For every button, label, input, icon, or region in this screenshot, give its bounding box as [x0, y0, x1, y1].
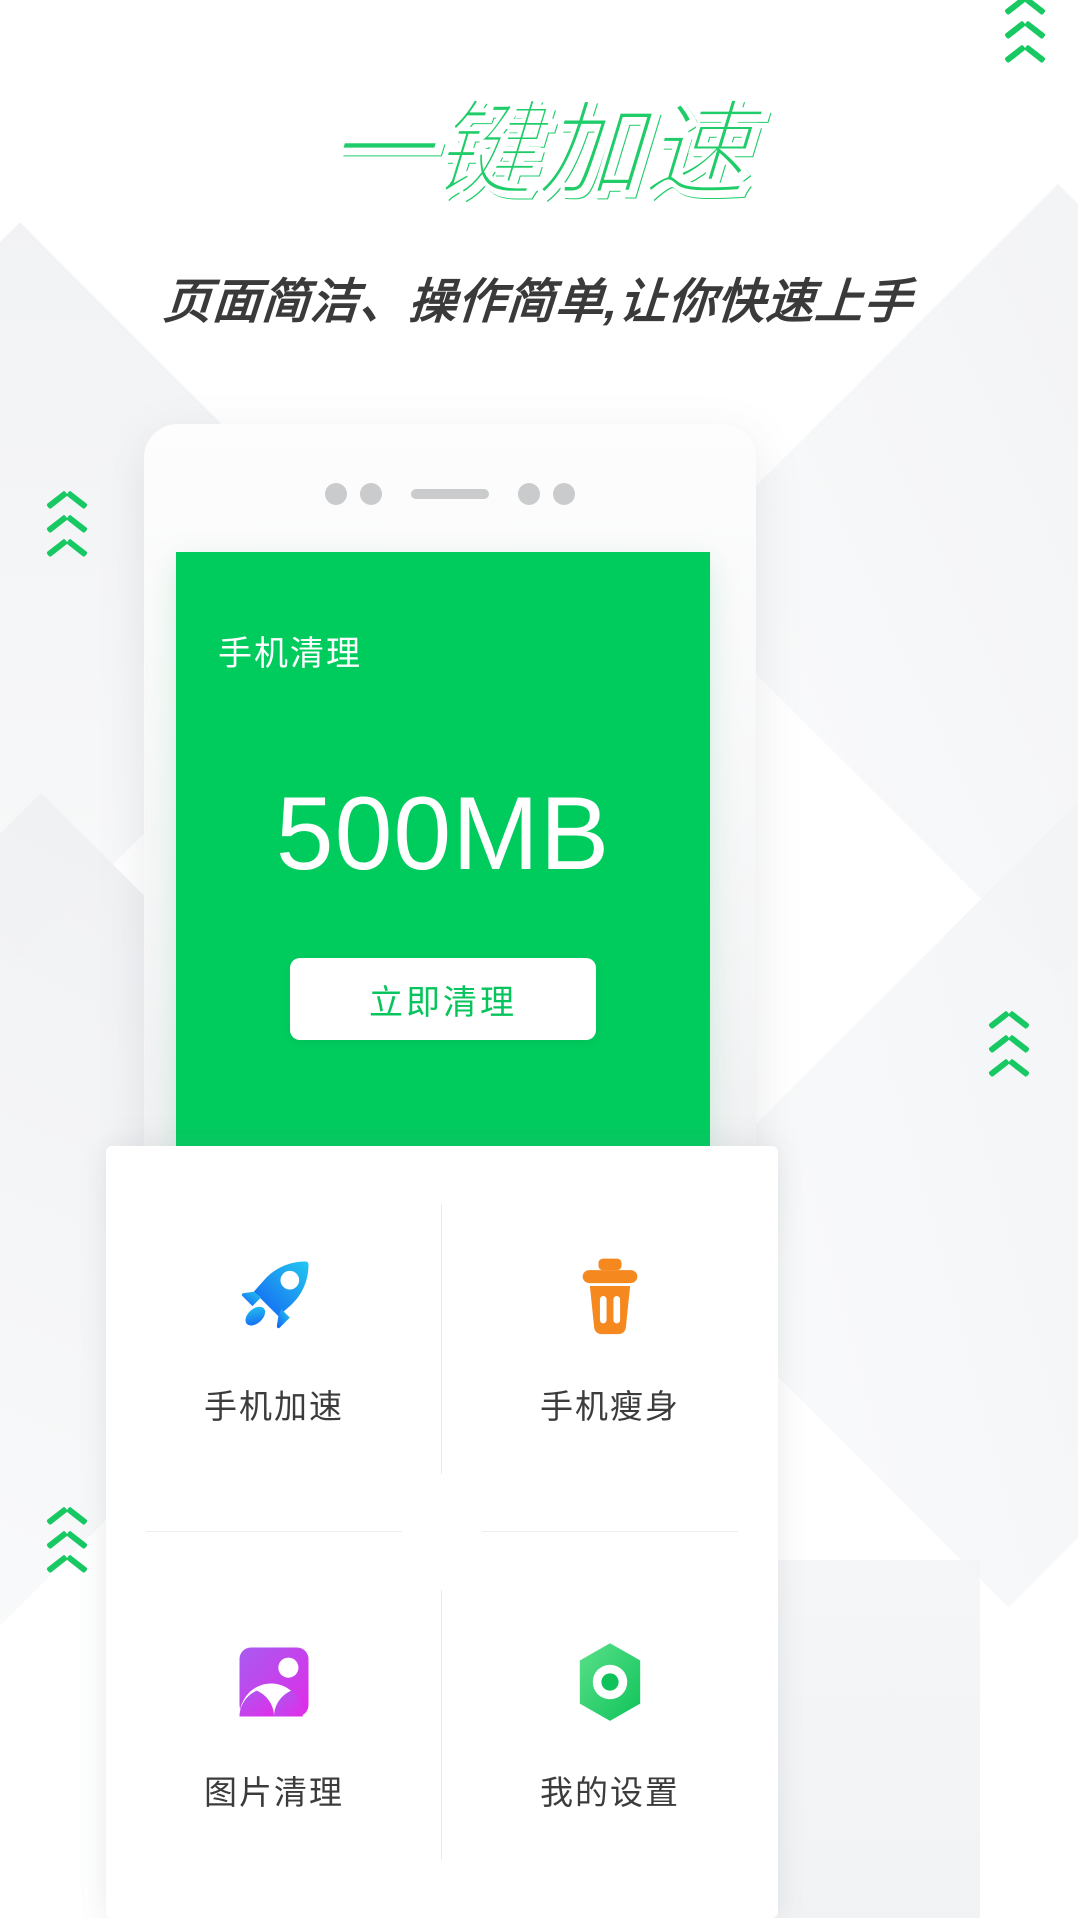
- chevron-up-icon: [48, 1568, 86, 1583]
- app-card-title: 手机清理: [218, 635, 362, 673]
- sensor-dot-icon: [325, 483, 347, 505]
- cleaner-app-card: 手机清理 500MB 立即清理: [176, 552, 710, 1152]
- hero-title: 一键加速: [323, 93, 755, 210]
- phone-earpiece-row: [144, 472, 756, 516]
- chevron-decoration-bottom-left: [48, 1520, 86, 1583]
- sensor-dot-icon: [360, 483, 382, 505]
- hero-subtitle: 页面简洁、操作简单,让你快速上手: [162, 276, 916, 329]
- chevron-up-icon: [990, 1072, 1028, 1087]
- rocket-icon: [241, 1261, 309, 1329]
- feature-item-phone-slim[interactable]: 手机瘦身: [442, 1146, 778, 1532]
- chevron-up-icon: [1006, 58, 1044, 73]
- chevron-up-icon: [48, 552, 86, 567]
- feature-grid: 手机加速 手机瘦身 图片清理 我的设置: [106, 1146, 778, 1918]
- feature-item-my-settings[interactable]: 我的设置: [442, 1532, 778, 1918]
- camera-dot-icon: [518, 483, 540, 505]
- feature-item-photo-clean[interactable]: 图片清理: [106, 1532, 442, 1918]
- clean-now-button[interactable]: 立即清理: [290, 958, 596, 1040]
- hero-subtitle-wrapper: 页面简洁、操作简单,让你快速上手: [0, 262, 1078, 332]
- promo-page: 一键加速 页面简洁、操作简单,让你快速上手 手机清理 500MB 立即清理 手机…: [0, 0, 1078, 1918]
- feature-label: 图片清理: [204, 1774, 344, 1811]
- photo-icon: [239, 1647, 309, 1717]
- feature-label: 我的设置: [540, 1774, 680, 1811]
- phone-mockup: 手机清理 500MB 立即清理: [144, 424, 756, 1224]
- junk-size-value: 500MB: [275, 776, 611, 892]
- speaker-grill: [411, 489, 489, 499]
- feature-label: 手机加速: [204, 1388, 344, 1425]
- chevron-decoration-mid-left: [48, 504, 86, 567]
- feature-item-phone-boost[interactable]: 手机加速: [106, 1146, 442, 1532]
- chevron-decoration-mid-right: [990, 1024, 1028, 1087]
- camera-dot-icon: [553, 483, 575, 505]
- trash-icon: [582, 1258, 638, 1335]
- hero-title-wrapper: 一键加速: [0, 93, 1078, 210]
- feature-label: 手机瘦身: [540, 1388, 680, 1425]
- hex-gear-icon: [579, 1643, 641, 1721]
- chevron-decoration-top-right: [1006, 10, 1044, 73]
